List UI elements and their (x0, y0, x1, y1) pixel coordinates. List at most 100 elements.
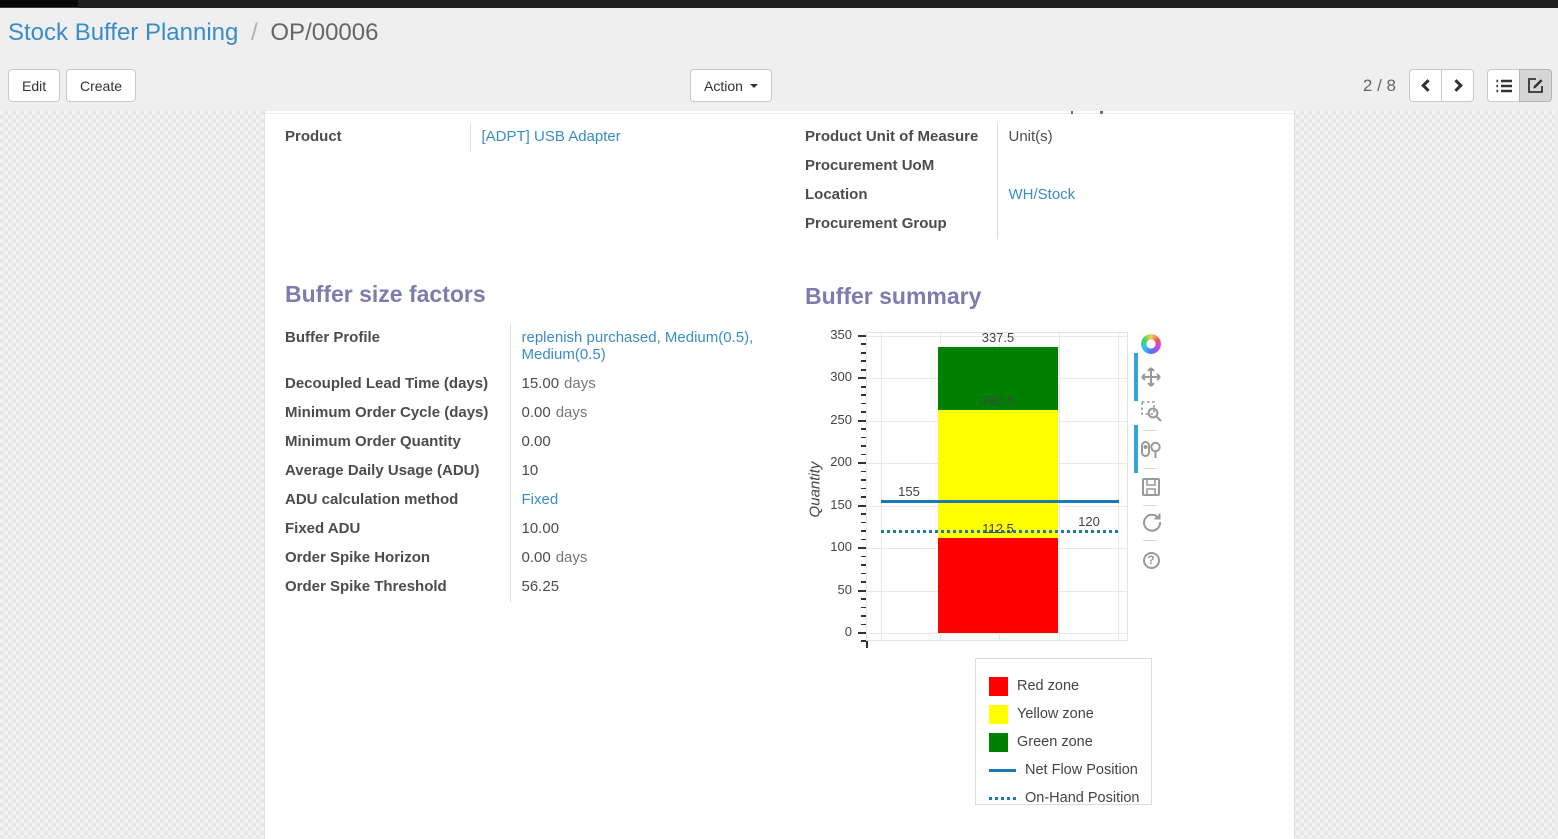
list-view-button[interactable] (1487, 69, 1520, 102)
scroll-indicator (1134, 353, 1138, 401)
field-row: Product [ADPT] USB Adapter (285, 123, 621, 152)
field-row: Order Spike Threshold 56.25 (285, 573, 778, 602)
field-label: Order Spike Threshold (285, 573, 510, 602)
legend-item[interactable]: Net Flow Position (989, 756, 1151, 784)
annotation: 120 (1078, 514, 1100, 529)
clipped-text-fragment (1100, 111, 1103, 114)
app-top-menubar (0, 0, 1558, 8)
net-flow-line (881, 500, 1119, 503)
y-minor-tick (861, 343, 866, 345)
product-group: Product [ADPT] USB Adapter (285, 123, 785, 152)
modebar-separator (1143, 540, 1156, 541)
y-minor-tick (861, 352, 866, 354)
field-label: Average Daily Usage (ADU) (285, 457, 510, 486)
pager-prev-button[interactable] (1409, 69, 1442, 102)
field-unit-suffix: days (559, 375, 596, 392)
annotation: 262.5 (982, 393, 1015, 408)
pager-count: 2 / 8 (1363, 76, 1396, 96)
breadcrumb-parent-link[interactable]: Stock Buffer Planning (8, 19, 238, 46)
help-icon[interactable]: ? (1139, 548, 1163, 572)
pager (1409, 69, 1474, 102)
field-row: ADU calculation method Fixed (285, 486, 778, 515)
field-row: Minimum Order Cycle (days)0.00days (285, 399, 778, 428)
field-value: 10.00 (522, 520, 560, 537)
legend-label: Red zone (1017, 678, 1079, 694)
edit-button[interactable]: Edit (8, 69, 60, 102)
chart-legend: Red zone Yellow zone Green zone Net Flow Po… (975, 658, 1152, 805)
legend-label: Green zone (1017, 734, 1093, 750)
field-label: ADU calculation method (285, 486, 510, 515)
field-label: Location (805, 181, 997, 210)
form-sheet: Product [ADPT] USB Adapter Product Unit … (264, 111, 1295, 839)
plot-area: 337.5262.5155112.5120 (866, 332, 1128, 641)
y-minor-tick (861, 581, 866, 583)
legend-item[interactable]: On-Hand Position (989, 784, 1151, 812)
pan-icon[interactable] (1139, 365, 1163, 389)
create-button[interactable]: Create (66, 69, 136, 102)
reset-axes-icon[interactable] (1139, 510, 1163, 534)
field-label: Procurement Group (805, 210, 997, 239)
edit-form-icon (1527, 77, 1544, 94)
zone-red (938, 538, 1058, 633)
y-minor-tick (861, 513, 866, 515)
procurement-group: Product Unit of MeasureUnit(s)Procuremen… (805, 123, 1283, 239)
action-label: Action (704, 78, 743, 94)
y-minor-tick (861, 479, 866, 481)
field-value-link[interactable]: replenish purchased, Medium(0.5), Medium… (522, 329, 754, 363)
save-icon[interactable] (1139, 475, 1163, 499)
control-panel: Stock Buffer Planning / OP/00006 Edit Cr… (0, 8, 1558, 111)
y-minor-tick (861, 539, 866, 541)
legend-label: Yellow zone (1017, 706, 1094, 722)
annotation: 112.5 (982, 521, 1014, 536)
y-minor-tick (861, 403, 866, 405)
action-dropdown-button[interactable]: Action (690, 69, 772, 102)
legend-item[interactable]: Green zone (989, 728, 1151, 756)
legend-item[interactable]: Red zone (989, 672, 1151, 700)
box-zoom-icon[interactable] (1139, 399, 1163, 423)
product-link[interactable]: [ADPT] USB Adapter (482, 128, 621, 145)
y-minor-tick (861, 573, 866, 575)
field-value: 15.00 (522, 375, 560, 392)
legend-swatch-line (989, 769, 1016, 772)
buffer-size-factors-section: Buffer size factors Buffer Profilereplen… (285, 281, 790, 602)
list-icon (1495, 78, 1513, 94)
field-row: Location WH/Stock (805, 181, 1267, 210)
field-value-link[interactable]: Fixed (522, 491, 559, 508)
y-minor-tick (861, 445, 866, 447)
annotation: 337.5 (982, 330, 1015, 345)
field-value: 56.25 (522, 578, 560, 595)
scroll-indicator (1134, 425, 1138, 473)
clipped-row-divider (265, 113, 1294, 114)
field-row: Fixed ADU10.00 (285, 515, 778, 544)
field-label: Minimum Order Quantity (285, 428, 510, 457)
modebar-separator (1143, 505, 1156, 506)
field-label: Decoupled Lead Time (days) (285, 370, 510, 399)
legend-swatch-square (989, 705, 1008, 724)
y-minor-tick (861, 454, 866, 456)
content-background: Product [ADPT] USB Adapter Product Unit … (0, 111, 1558, 839)
y-minor-tick (861, 624, 866, 626)
plotly-logo-icon[interactable] (1139, 332, 1163, 356)
y-tick-label: 200 (801, 454, 860, 469)
field-value-link[interactable]: WH/Stock (1009, 186, 1076, 203)
field-value: 0.00 (522, 404, 551, 421)
y-minor-tick (861, 411, 866, 413)
y-minor-tick (861, 598, 866, 600)
zoom-in-out-icon[interactable] (1139, 437, 1163, 461)
y-tick-label: 300 (801, 369, 860, 384)
y-minor-tick (861, 360, 866, 362)
y-tick-label: 100 (801, 539, 860, 554)
modebar-separator (1143, 468, 1156, 469)
breadcrumb: Stock Buffer Planning / OP/00006 (8, 19, 378, 47)
active-menu-segment (0, 0, 78, 8)
form-view-button[interactable] (1519, 69, 1552, 102)
y-tick-label: 350 (801, 327, 860, 342)
legend-item[interactable]: Yellow zone (989, 700, 1151, 728)
y-tick-label: 0 (801, 624, 860, 639)
y-minor-tick (861, 615, 866, 617)
y-gridline (867, 633, 1127, 634)
y-tick-label: 50 (801, 582, 860, 597)
legend-swatch-dotted-line (989, 797, 1016, 800)
section-title-summary: Buffer summary (805, 283, 1283, 310)
pager-next-button[interactable] (1441, 69, 1474, 102)
